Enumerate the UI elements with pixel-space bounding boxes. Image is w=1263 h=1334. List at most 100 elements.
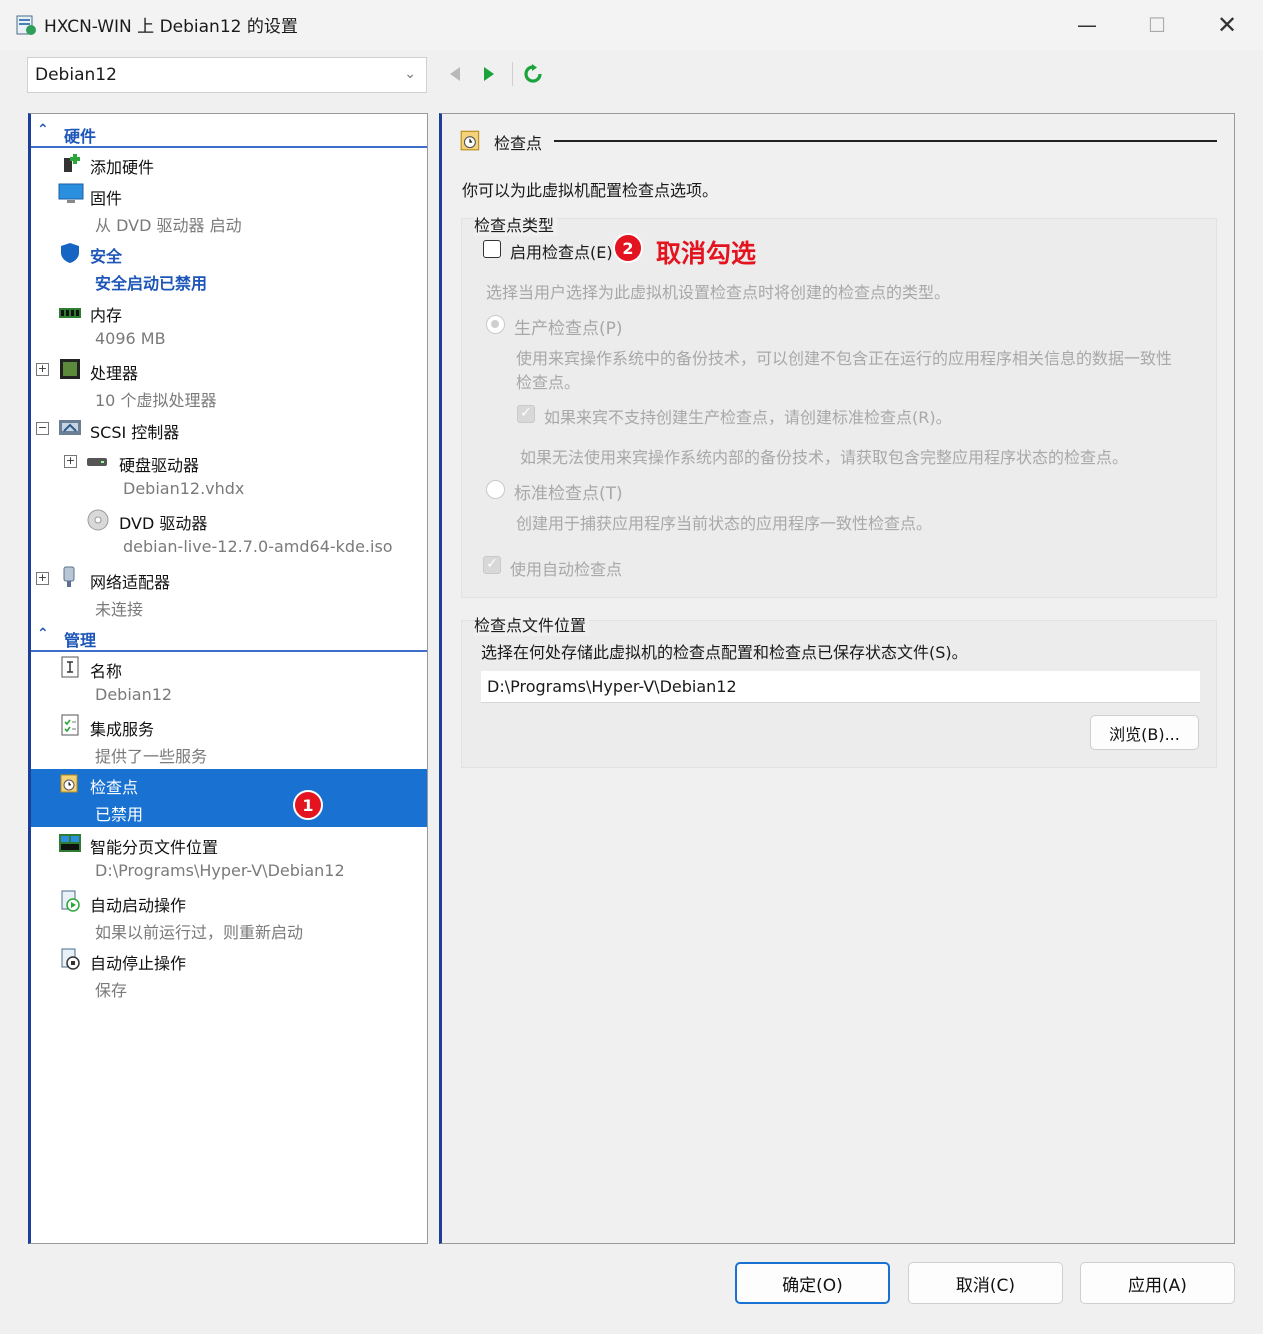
tree-item-smart-paging[interactable]: 智能分页文件位置 D:\Programs\Hyper-V\Debian12 xyxy=(31,829,427,885)
tree-item-label: DVD 驱动器 xyxy=(119,514,208,533)
tree-item-subtext: 已禁用 xyxy=(95,805,144,824)
tree-item-label: 固件 xyxy=(90,189,123,208)
tree-item-subtext: 10 个虚拟处理器 xyxy=(95,391,217,410)
toolbar-divider xyxy=(512,62,513,86)
arrow-right-icon xyxy=(484,67,494,81)
hardware-section-label: 硬件 xyxy=(64,127,97,146)
smart-paging-icon xyxy=(59,834,81,852)
production-checkpoint-radio[interactable] xyxy=(486,315,505,334)
hardware-section-header[interactable]: ⌃ 硬件 xyxy=(31,116,427,148)
tree-item-label: 集成服务 xyxy=(90,720,155,739)
scsi-controller-icon xyxy=(59,420,81,435)
hard-drive-icon xyxy=(87,458,107,466)
production-checkpoint-desc-line1: 使用来宾操作系统中的备份技术，可以创建不包含正在运行的应用程序相关信息的数据一致… xyxy=(516,349,1173,368)
tree-item-auto-start[interactable]: 自动启动操作 如果以前运行过，则重新启动 xyxy=(31,887,427,943)
tree-item-memory[interactable]: 内存 4096 MB xyxy=(31,297,427,353)
tree-item-hard-drive[interactable]: + 硬盘驱动器 Debian12.vhdx xyxy=(31,447,427,503)
tree-item-auto-stop[interactable]: 自动停止操作 保存 xyxy=(31,945,427,1001)
checkpoint-type-group-label: 检查点类型 xyxy=(474,212,558,236)
collapse-icon: ⌃ xyxy=(37,122,49,138)
previous-vm-button[interactable] xyxy=(441,60,469,88)
add-hardware-icon xyxy=(64,154,80,172)
minimize-icon: — xyxy=(1077,13,1097,37)
tree-item-name[interactable]: 名称 Debian12 xyxy=(31,654,427,710)
checkpoint-location-group-label: 检查点文件位置 xyxy=(474,612,590,636)
arrow-left-icon xyxy=(450,67,460,81)
cancel-button[interactable]: 取消(C) xyxy=(908,1262,1063,1304)
tree-item-integration-services[interactable]: 集成服务 提供了一些服务 xyxy=(31,712,427,768)
panel-title: 检查点 xyxy=(494,134,543,153)
standard-checkpoint-desc: 创建用于捕获应用程序当前状态的应用程序一致性检查点。 xyxy=(516,514,933,533)
browse-button[interactable]: 浏览(B)... xyxy=(1090,715,1199,750)
ok-button[interactable]: 确定(O) xyxy=(735,1262,890,1304)
checkpoint-path-input[interactable]: D:\Programs\Hyper-V\Debian12 xyxy=(481,671,1200,703)
processor-icon xyxy=(60,359,80,379)
tree-item-label: 硬盘驱动器 xyxy=(119,456,200,475)
production-checkpoint-desc-line2: 检查点。 xyxy=(516,373,581,392)
expand-icon[interactable]: + xyxy=(64,455,77,468)
maximize-icon: ☐ xyxy=(1148,13,1166,37)
checkpoint-type-hint: 选择当用户选择为此虚拟机设置检查点时将创建的检查点的类型。 xyxy=(486,283,951,302)
apply-button[interactable]: 应用(A) xyxy=(1080,1262,1235,1304)
standard-checkpoint-radio[interactable] xyxy=(486,480,505,499)
panel-title-rule xyxy=(554,140,1217,142)
checkpoint-icon xyxy=(460,130,480,151)
tree-item-dvd-drive[interactable]: DVD 驱动器 debian-live-12.7.0-amd64-kde.iso xyxy=(31,506,427,562)
tree-item-label: SCSI 控制器 xyxy=(90,423,180,442)
tree-item-subtext: 如果以前运行过，则重新启动 xyxy=(95,923,304,942)
management-section-header[interactable]: ⌃ 管理 xyxy=(31,620,427,652)
enable-checkpoints-label: 启用检查点(E) xyxy=(510,243,613,262)
window-title: HXCN-WIN 上 Debian12 的设置 xyxy=(44,17,298,37)
settings-tree: ⌃ 硬件 添加硬件 固件 从 DVD 驱动器 启动 安全 安全启动已禁用 内存 … xyxy=(28,113,428,1244)
close-button[interactable]: ✕ xyxy=(1192,0,1262,50)
collapse-icon: ⌃ xyxy=(37,626,49,642)
annotation-badge-1: 1 xyxy=(293,790,323,820)
dvd-disc-icon xyxy=(87,509,109,531)
management-section-label: 管理 xyxy=(64,631,97,650)
memory-icon xyxy=(59,308,81,318)
tree-item-label: 自动启动操作 xyxy=(90,896,187,915)
enable-checkpoints-checkbox[interactable] xyxy=(483,240,501,258)
tree-item-label: 添加硬件 xyxy=(90,158,155,177)
expand-icon[interactable]: + xyxy=(36,572,49,585)
panel-description: 你可以为此虚拟机配置检查点选项。 xyxy=(462,181,719,200)
automatic-checkpoints-label: 使用自动检查点 xyxy=(510,560,623,579)
refresh-button[interactable] xyxy=(519,60,547,88)
next-vm-button[interactable] xyxy=(475,60,503,88)
network-adapter-icon xyxy=(63,566,75,587)
tree-item-label: 检查点 xyxy=(90,778,139,797)
tree-item-subtext: 安全启动已禁用 xyxy=(95,274,208,293)
tree-item-checkpoints[interactable]: 检查点 已禁用 1 xyxy=(31,769,427,827)
checkpoint-location-desc: 选择在何处存储此虚拟机的检查点配置和检查点已保存状态文件(S)。 xyxy=(481,643,968,662)
tree-item-subtext: Debian12 xyxy=(95,685,173,704)
tree-item-security[interactable]: 安全 安全启动已禁用 xyxy=(31,239,427,295)
expand-icon[interactable]: + xyxy=(36,363,49,376)
fallback-standard-checkbox[interactable]: ✓ xyxy=(517,405,535,423)
production-checkpoint-label: 生产检查点(P) xyxy=(514,319,623,339)
tree-item-label: 安全 xyxy=(90,247,123,266)
tree-item-processor[interactable]: + 处理器 10 个虚拟处理器 xyxy=(31,355,427,411)
shield-icon xyxy=(61,243,79,263)
vm-selector-dropdown[interactable]: Debian12 ⌄ xyxy=(27,57,427,93)
fallback-standard-label: 如果来宾不支持创建生产检查点，请创建标准检查点(R)。 xyxy=(544,408,952,427)
name-text-icon xyxy=(61,656,79,678)
tree-item-label: 网络适配器 xyxy=(90,573,171,592)
integration-services-icon xyxy=(61,714,79,736)
standard-checkpoint-label: 标准检查点(T) xyxy=(514,484,623,504)
tree-item-subtext: 4096 MB xyxy=(95,329,166,348)
tree-item-scsi-controller[interactable]: − SCSI 控制器 xyxy=(31,414,427,444)
tree-item-subtext: 从 DVD 驱动器 启动 xyxy=(95,216,242,235)
maximize-button[interactable]: ☐ xyxy=(1122,0,1192,50)
collapse-icon[interactable]: − xyxy=(36,422,49,435)
automatic-checkpoints-checkbox[interactable]: ✓ xyxy=(483,556,501,574)
auto-start-icon xyxy=(61,890,80,912)
tree-item-firmware[interactable]: 固件 从 DVD 驱动器 启动 xyxy=(31,180,427,236)
tree-item-add-hardware[interactable]: 添加硬件 xyxy=(31,150,427,178)
minimize-button[interactable]: — xyxy=(1052,0,1122,50)
tree-item-label: 处理器 xyxy=(90,364,139,383)
tree-item-network-adapter[interactable]: + 网络适配器 未连接 xyxy=(31,564,427,620)
tree-item-subtext: debian-live-12.7.0-amd64-kde.iso xyxy=(123,537,393,556)
tree-item-label: 自动停止操作 xyxy=(90,954,187,973)
tree-item-subtext: D:\Programs\Hyper-V\Debian12 xyxy=(95,861,345,880)
refresh-icon xyxy=(524,64,542,83)
